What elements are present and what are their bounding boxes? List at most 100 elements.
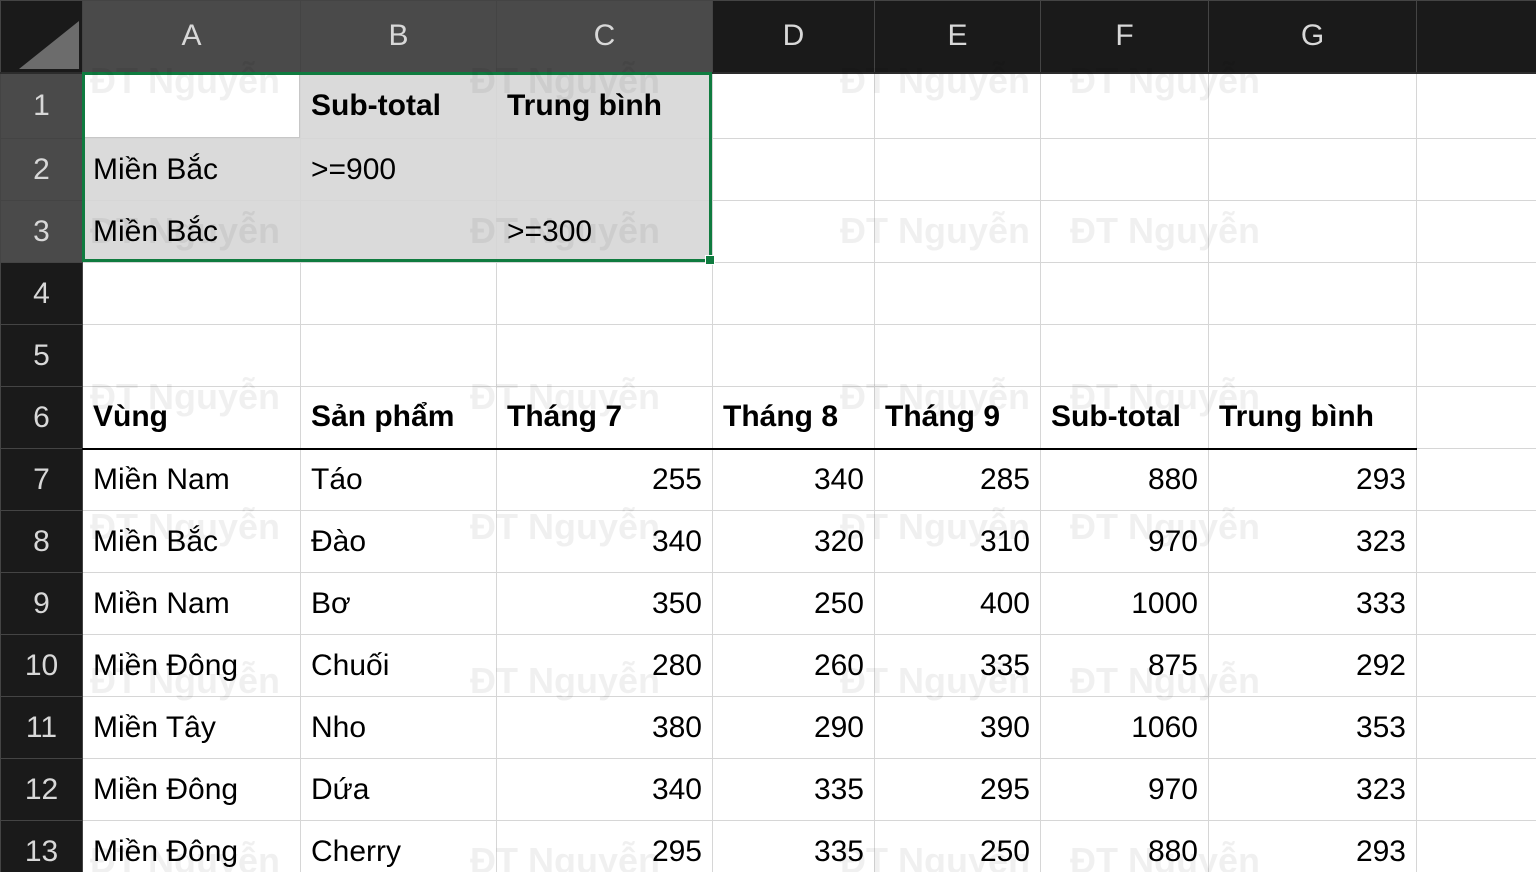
cell-H13[interactable] [1417,821,1536,872]
cell-E5[interactable] [875,325,1041,387]
cell-G3[interactable] [1209,201,1417,263]
cell-G6[interactable]: Trung bình [1209,387,1417,449]
cell-E4[interactable] [875,263,1041,325]
spreadsheet[interactable]: A B C D E F G 1 Vùng Sub-total Trung bìn… [0,0,1536,872]
cell-G12[interactable]: 323 [1209,759,1417,821]
col-header-G[interactable]: G [1209,1,1417,73]
cell-G1[interactable] [1209,73,1417,139]
cell-C8[interactable]: 340 [497,511,713,573]
cell-B12[interactable]: Dứa [301,759,497,821]
cell-C2[interactable] [497,139,713,201]
cell-E12[interactable]: 295 [875,759,1041,821]
cell-G4[interactable] [1209,263,1417,325]
col-header-D[interactable]: D [713,1,875,73]
cell-A4[interactable] [83,263,301,325]
cell-B3[interactable] [301,201,497,263]
col-header-E[interactable]: E [875,1,1041,73]
cell-F6[interactable]: Sub-total [1041,387,1209,449]
cell-D12[interactable]: 335 [713,759,875,821]
cell-F13[interactable]: 880 [1041,821,1209,872]
cell-B7[interactable]: Táo [301,449,497,511]
cell-A10[interactable]: Miền Đông [83,635,301,697]
cell-H2[interactable] [1417,139,1536,201]
row-header-9[interactable]: 9 [1,573,83,635]
cell-H12[interactable] [1417,759,1536,821]
cell-H8[interactable] [1417,511,1536,573]
cell-A9[interactable]: Miền Nam [83,573,301,635]
cell-F4[interactable] [1041,263,1209,325]
cell-A7[interactable]: Miền Nam [83,449,301,511]
cell-F5[interactable] [1041,325,1209,387]
cell-A2[interactable]: Miền Bắc [83,139,301,201]
cell-C13[interactable]: 295 [497,821,713,872]
cell-B13[interactable]: Cherry [301,821,497,872]
cell-G11[interactable]: 353 [1209,697,1417,759]
cell-H6[interactable] [1417,387,1536,449]
cell-C4[interactable] [497,263,713,325]
row-header-6[interactable]: 6 [1,387,83,449]
cell-G13[interactable]: 293 [1209,821,1417,872]
cell-H7[interactable] [1417,449,1536,511]
cell-G5[interactable] [1209,325,1417,387]
col-header-F[interactable]: F [1041,1,1209,73]
row-header-12[interactable]: 12 [1,759,83,821]
cell-E9[interactable]: 400 [875,573,1041,635]
cell-D5[interactable] [713,325,875,387]
cell-H9[interactable] [1417,573,1536,635]
row-header-11[interactable]: 11 [1,697,83,759]
cell-E6[interactable]: Tháng 9 [875,387,1041,449]
row-header-8[interactable]: 8 [1,511,83,573]
cell-F2[interactable] [1041,139,1209,201]
col-header-A[interactable]: A [83,1,301,73]
cell-H4[interactable] [1417,263,1536,325]
cell-H3[interactable] [1417,201,1536,263]
cell-F9[interactable]: 1000 [1041,573,1209,635]
col-header-B[interactable]: B [301,1,497,73]
row-header-4[interactable]: 4 [1,263,83,325]
cell-B6[interactable]: Sản phẩm [301,387,497,449]
cell-D4[interactable] [713,263,875,325]
cell-F8[interactable]: 970 [1041,511,1209,573]
cell-F7[interactable]: 880 [1041,449,1209,511]
cell-D13[interactable]: 335 [713,821,875,872]
grid-table[interactable]: A B C D E F G 1 Vùng Sub-total Trung bìn… [0,0,1536,872]
cell-D10[interactable]: 260 [713,635,875,697]
cell-B1[interactable]: Sub-total [301,73,497,139]
cell-D11[interactable]: 290 [713,697,875,759]
cell-A12[interactable]: Miền Đông [83,759,301,821]
cell-A5[interactable] [83,325,301,387]
cell-F10[interactable]: 875 [1041,635,1209,697]
cell-H1[interactable] [1417,73,1536,139]
cell-H10[interactable] [1417,635,1536,697]
cell-D1[interactable] [713,73,875,139]
cell-G2[interactable] [1209,139,1417,201]
cell-E13[interactable]: 250 [875,821,1041,872]
cell-D8[interactable]: 320 [713,511,875,573]
cell-G8[interactable]: 323 [1209,511,1417,573]
cell-A11[interactable]: Miền Tây [83,697,301,759]
cell-D3[interactable] [713,201,875,263]
cell-B9[interactable]: Bơ [301,573,497,635]
cell-D6[interactable]: Tháng 8 [713,387,875,449]
cell-F3[interactable] [1041,201,1209,263]
cell-A6[interactable]: Vùng [83,387,301,449]
cell-F12[interactable]: 970 [1041,759,1209,821]
cell-C6[interactable]: Tháng 7 [497,387,713,449]
cell-H11[interactable] [1417,697,1536,759]
cell-C12[interactable]: 340 [497,759,713,821]
cell-G9[interactable]: 333 [1209,573,1417,635]
cell-B2[interactable]: >=900 [301,139,497,201]
cell-E11[interactable]: 390 [875,697,1041,759]
cell-G10[interactable]: 292 [1209,635,1417,697]
cell-H5[interactable] [1417,325,1536,387]
cell-C11[interactable]: 380 [497,697,713,759]
cell-A13[interactable]: Miền Đông [83,821,301,872]
row-header-7[interactable]: 7 [1,449,83,511]
cell-D2[interactable] [713,139,875,201]
cell-C10[interactable]: 280 [497,635,713,697]
cell-E7[interactable]: 285 [875,449,1041,511]
row-header-3[interactable]: 3 [1,201,83,263]
cell-B4[interactable] [301,263,497,325]
cell-F11[interactable]: 1060 [1041,697,1209,759]
row-header-1[interactable]: 1 [1,73,83,139]
